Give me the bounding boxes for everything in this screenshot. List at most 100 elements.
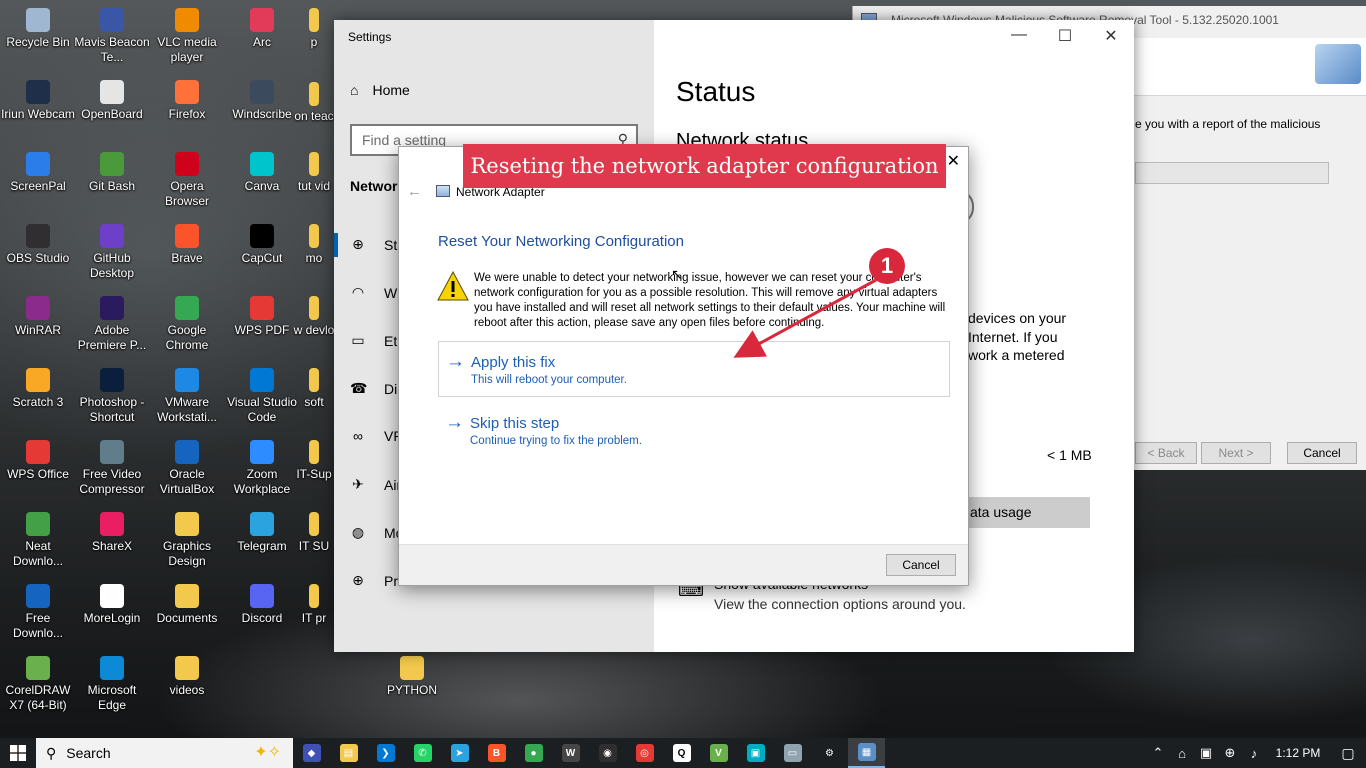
desktop-icon[interactable]: Scratch 3	[0, 362, 76, 434]
nav-item-ethernet[interactable]: ▭ Eth	[350, 332, 405, 349]
taskbar-app[interactable]: ●	[515, 738, 552, 768]
taskbar-app[interactable]: W	[552, 738, 589, 768]
desktop-icon[interactable]: Google Chrome	[149, 290, 225, 362]
taskbar-app[interactable]: ▤	[330, 738, 367, 768]
home-nav[interactable]: ⌂ Home	[350, 82, 410, 98]
nav-item-mobile-hotspot[interactable]: ◍ Mo	[350, 524, 404, 541]
desktop-icon[interactable]: PYTHON	[374, 650, 450, 722]
taskbar-app[interactable]: ❯	[367, 738, 404, 768]
windows-start-button[interactable]	[0, 738, 36, 768]
apply-fix-option[interactable]: → Apply this fix This will reboot your c…	[438, 341, 950, 397]
taskbar-app[interactable]: B	[478, 738, 515, 768]
desktop-icon[interactable]: Brave	[149, 218, 225, 290]
desktop-icon[interactable]: WinRAR	[0, 290, 76, 362]
data-usage-button[interactable]: ata usage	[954, 497, 1090, 528]
dialog-close-icon[interactable]: ✕	[947, 151, 960, 171]
desktop-icon[interactable]: Windscribe	[224, 74, 300, 146]
taskbar-app[interactable]: ◎	[626, 738, 663, 768]
skip-step-option[interactable]: → Skip this step Continue trying to fix …	[438, 403, 950, 459]
desktop-icon[interactable]: Documents	[149, 578, 225, 650]
desktop-icon-label: ScreenPal	[10, 179, 66, 193]
taskbar-app[interactable]: ▣	[737, 738, 774, 768]
desktop-icon[interactable]: GitHub Desktop	[74, 218, 150, 290]
taskbar-app[interactable]: ✆	[404, 738, 441, 768]
msrt-cancel-button[interactable]: Cancel	[1287, 442, 1357, 464]
desktop-icon[interactable]: CorelDRAW X7 (64-Bit)	[0, 650, 76, 722]
dialog-cancel-button[interactable]: Cancel	[886, 554, 956, 576]
desktop-icon[interactable]: Discord	[224, 578, 300, 650]
desktop-icon[interactable]: OpenBoard	[74, 74, 150, 146]
minimize-button[interactable]: —	[996, 26, 1042, 44]
taskbar-clock[interactable]: 1:12 PM	[1266, 746, 1330, 760]
taskbar-app[interactable]: ▦	[848, 738, 885, 768]
desktop-icon-partial[interactable]: IT SU	[292, 506, 336, 578]
desktop-icon-label: Documents	[156, 611, 218, 625]
desktop-icon[interactable]: Arc	[224, 2, 300, 74]
taskbar-app[interactable]: ◆	[293, 738, 330, 768]
back-arrow-icon[interactable]: ←	[407, 183, 422, 200]
nav-item-status[interactable]: ⊕ Sta	[350, 236, 405, 253]
desktop-icon[interactable]: Oracle VirtualBox	[149, 434, 225, 506]
network-tray-icon[interactable]: ⌂	[1170, 746, 1194, 761]
desktop-icon[interactable]: Canva	[224, 146, 300, 218]
msrt-next-button[interactable]: Next >	[1201, 442, 1271, 464]
taskbar-app[interactable]: V	[700, 738, 737, 768]
desktop-icon[interactable]: ScreenPal	[0, 146, 76, 218]
desktop-icon[interactable]: Graphics Design	[149, 506, 225, 578]
desktop-icon[interactable]: Telegram	[224, 506, 300, 578]
desktop-icon[interactable]: MoreLogin	[74, 578, 150, 650]
desktop-icon[interactable]: Iriun Webcam	[0, 74, 76, 146]
desktop-icon[interactable]: Firefox	[149, 74, 225, 146]
device-tray-icon[interactable]: ▣	[1194, 745, 1218, 761]
desktop-icon[interactable]: VLC media player	[149, 2, 225, 74]
desktop-icon[interactable]: Photoshop - Shortcut	[74, 362, 150, 434]
desktop-icon[interactable]: Adobe Premiere P...	[74, 290, 150, 362]
close-button[interactable]: ✕	[1088, 26, 1134, 46]
desktop-icon-partial[interactable]: soft	[292, 362, 336, 434]
desktop-icon[interactable]: Visual Studio Code	[224, 362, 300, 434]
desktop-icon-label: Free Downlo...	[12, 611, 64, 640]
desktop-icon-partial[interactable]: mo	[292, 218, 336, 290]
desktop-icon[interactable]: OBS Studio	[0, 218, 76, 290]
nav-item-dial-up[interactable]: ☎ Dia	[350, 380, 405, 397]
desktop-icon-partial[interactable]: p	[292, 2, 336, 74]
desktop-icon-partial[interactable]: on teac	[292, 76, 336, 148]
desktop-icon[interactable]: Zoom Workplace	[224, 434, 300, 506]
nav-item-wi-fi[interactable]: ◠ Wi	[350, 284, 400, 301]
desktop-icon[interactable]: ShareX	[74, 506, 150, 578]
volume-icon[interactable]: ♪	[1242, 746, 1266, 761]
desktop-icon[interactable]: Recycle Bin	[0, 2, 76, 74]
desktop-icon[interactable]: Mavis Beacon Te...	[74, 2, 150, 74]
desktop-icon[interactable]: Free Video Compressor	[74, 434, 150, 506]
msrt-back-button[interactable]: < Back	[1135, 442, 1197, 464]
desktop-icon-partial[interactable]: IT pr	[292, 578, 336, 650]
taskbar-search-box[interactable]: ⚲ Search ✦✧	[36, 738, 293, 768]
taskbar-app[interactable]: Q	[663, 738, 700, 768]
desktop-icon[interactable]: WPS Office	[0, 434, 76, 506]
desktop-icon[interactable]: Git Bash	[74, 146, 150, 218]
desktop-icon[interactable]: Neat Downlo...	[0, 506, 76, 578]
desktop-icon[interactable]: VMware Workstati...	[149, 362, 225, 434]
taskbar-app[interactable]: ◉	[589, 738, 626, 768]
chevron-up-icon[interactable]: ⌃	[1146, 745, 1170, 761]
desktop-icon[interactable]: WPS PDF	[224, 290, 300, 362]
desktop-icon-partial[interactable]: tut vid	[292, 146, 336, 218]
desktop-icon[interactable]: CapCut	[224, 218, 300, 290]
taskbar-app[interactable]: ▭	[774, 738, 811, 768]
nav-item-airplane-mode[interactable]: ✈ Air	[350, 476, 401, 493]
desktop-icon-label: WPS Office	[7, 467, 69, 481]
desktop-icon-partial[interactable]: w devlo	[292, 290, 336, 362]
notification-icon[interactable]: ▢	[1330, 745, 1366, 762]
desktop-icon[interactable]: Free Downlo...	[0, 578, 76, 650]
taskbar-app[interactable]: ⚙	[811, 738, 848, 768]
maximize-button[interactable]: ☐	[1042, 26, 1088, 46]
desktop-icon-partial[interactable]: IT-Sup	[292, 434, 336, 506]
language-tray-icon[interactable]: ⊕	[1218, 745, 1242, 761]
taskbar-app[interactable]: ➤	[441, 738, 478, 768]
network-adapter-dialog[interactable]: ✕ ← Network Adapter Reset Your Networkin…	[398, 146, 969, 586]
folder-icon	[309, 368, 319, 392]
nav-item-vpn[interactable]: ∞ VP	[350, 428, 403, 444]
desktop-icon[interactable]: Opera Browser	[149, 146, 225, 218]
desktop-icon[interactable]: Microsoft Edge	[74, 650, 150, 722]
desktop-icon[interactable]: videos	[149, 650, 225, 722]
